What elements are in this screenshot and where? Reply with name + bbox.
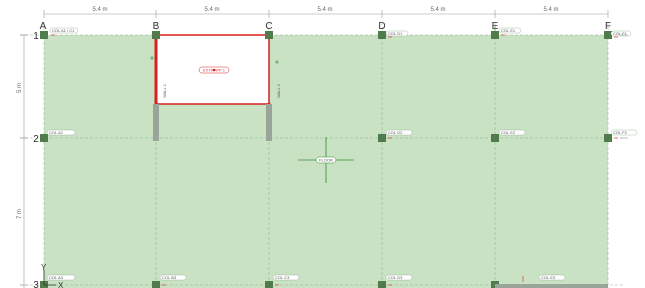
grid-label-1[interactable]: 1 <box>33 31 39 42</box>
wall-tag-left: WALL 1 <box>162 83 167 98</box>
column-node-d1[interactable] <box>378 31 386 39</box>
column-node-a2[interactable] <box>40 134 48 142</box>
column-tag-d2: COL D2 <box>388 130 403 135</box>
column-tag-f2: COL F2 <box>613 130 628 135</box>
plan-canvas[interactable]: 5.4 m 5.4 m 5.4 m 5.4 m 5.4 m 5 m 7 m A … <box>0 0 645 288</box>
grid-label-c[interactable]: C <box>265 21 272 32</box>
column-node-b3[interactable] <box>152 281 160 288</box>
opening-panel-lower-strip <box>156 104 269 140</box>
column-tag-d1: COL D1 <box>388 31 403 36</box>
spacing-label-bc: 5.4 m <box>204 7 219 13</box>
column-node-c1[interactable] <box>265 31 273 39</box>
column-tag-a1: COL A1 / C1 <box>52 28 75 33</box>
column-node-d3[interactable] <box>378 281 386 288</box>
floor-slab-upper-left[interactable] <box>44 35 156 141</box>
column-tag-c3: COL C3 <box>275 275 290 280</box>
column-node-a1[interactable] <box>40 31 48 39</box>
column-node-b1[interactable] <box>152 31 160 39</box>
axis-x-label: X <box>58 281 64 288</box>
column-tag-b3: COL B3 <box>162 275 177 280</box>
spacing-label-cd: 5.4 m <box>317 7 332 13</box>
grid-label-b[interactable]: B <box>153 21 160 32</box>
spacing-label-ef: 5.4 m <box>543 7 558 13</box>
edge-beam-bottom[interactable] <box>495 284 608 288</box>
column-tag-d3: COL D3 <box>388 275 403 280</box>
column-node-c3[interactable] <box>265 281 273 288</box>
column-node-f1[interactable] <box>604 31 612 39</box>
axis-y-label: Y <box>41 263 47 272</box>
spacing-label-ab: 5.4 m <box>92 7 107 13</box>
spacing-label-de: 5.4 m <box>430 7 445 13</box>
wall-strip-right[interactable] <box>266 104 272 141</box>
center-target-tag[interactable]: FLOOR <box>319 158 333 163</box>
column-node-e2[interactable] <box>491 134 499 142</box>
structural-plan-viewport[interactable]: 5.4 m 5.4 m 5.4 m 5.4 m 5.4 m 5 m 7 m A … <box>0 0 645 288</box>
wall-tag-right: WALL 2 <box>276 83 281 98</box>
wall-strip-left[interactable] <box>153 104 159 141</box>
grid-label-f[interactable]: F <box>605 21 611 32</box>
column-node-f2[interactable] <box>604 134 612 142</box>
grid-label-a[interactable]: A <box>40 21 47 32</box>
grid-label-2[interactable]: 2 <box>33 134 39 145</box>
column-tag-e3: COL E3 <box>541 275 556 280</box>
floor-slab-upper-right[interactable] <box>269 35 608 141</box>
column-node-d2[interactable] <box>378 134 386 142</box>
grid-label-d[interactable]: D <box>378 21 385 32</box>
grid-label-3[interactable]: 3 <box>33 280 39 288</box>
selected-panel-centroid <box>212 68 216 72</box>
spacing-label-23: 7 m <box>17 209 23 219</box>
column-tag-e2: COL E2 <box>501 130 516 135</box>
spacing-label-12: 5 m <box>17 83 23 93</box>
column-tag-a2: COL A2 <box>49 130 64 135</box>
column-tag-a3: COL A3 <box>49 275 64 280</box>
column-tag-e1: COL E1 <box>501 28 516 33</box>
column-node-e1[interactable] <box>491 31 499 39</box>
